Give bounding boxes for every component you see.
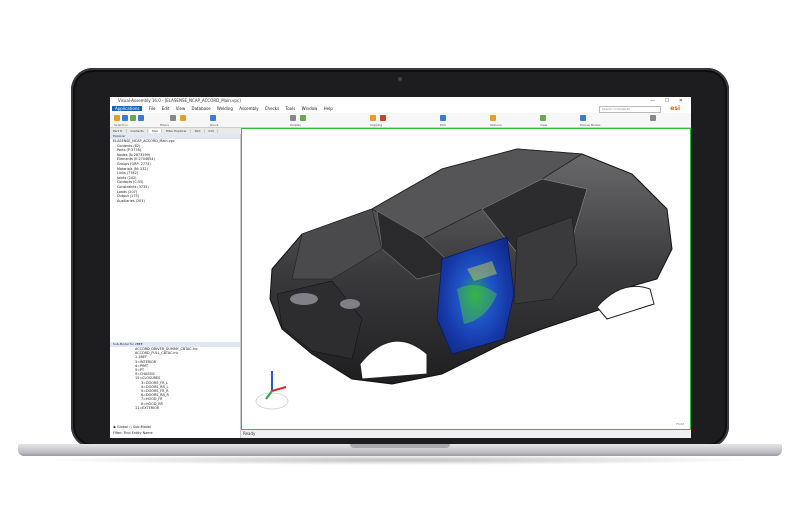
tab-contacts[interactable]: Contacts — [127, 129, 148, 133]
menu-file[interactable]: File — [149, 106, 156, 111]
radio-submodel-label: Sub-Model — [133, 425, 151, 429]
app-window: Visual-Assembly 16.0 - [ELASENSE_NCAP_AC… — [110, 97, 691, 438]
camera-icon — [398, 77, 402, 81]
render-icon[interactable] — [440, 115, 446, 121]
search-input[interactable]: Search commands — [599, 106, 661, 113]
title-bar: Visual-Assembly 16.0 - [ELASENSE_NCAP_AC… — [110, 97, 691, 105]
entity-name-field[interactable]: Entity Name — [132, 431, 153, 435]
labels-icon[interactable] — [300, 115, 306, 121]
menu-edit[interactable]: Edit — [162, 106, 170, 111]
display-icon[interactable] — [138, 115, 144, 121]
headlight-right — [340, 299, 360, 309]
ribbon-label-options: Options — [490, 123, 502, 127]
delete-icon[interactable] — [380, 115, 386, 121]
tab-part-tree[interactable]: Part Tr — [110, 129, 127, 133]
edit-icon[interactable] — [370, 115, 376, 121]
3d-viewport[interactable]: Front — [241, 128, 691, 430]
explorer-tree: ELASENSE_NCAP_ACCORD_Main.vpc Contents (… — [110, 139, 240, 203]
ribbon-label-clipping: Clipping — [370, 123, 383, 127]
ribbon-label-quick: Quick — [210, 123, 219, 127]
window-controls[interactable]: — ☐ ✕ — [650, 97, 687, 105]
ribbon-label-display: Display — [290, 123, 302, 127]
clip-icon[interactable] — [170, 115, 176, 121]
esi-logo: esi — [670, 105, 680, 112]
menu-help[interactable]: Help — [324, 106, 333, 111]
submodel-tree: ACCORD_DRIVER_DUMMY_CBTAC.inc ACCORD_FUL… — [110, 347, 240, 410]
ribbon-label-selection: Selection — [114, 123, 128, 127]
measure-icon[interactable] — [490, 115, 496, 121]
view-icon[interactable] — [290, 115, 296, 121]
headlight-left — [290, 293, 318, 305]
option-controls: ◉ Global ○ Sub-Model Filter: Find Entity… — [110, 424, 243, 436]
menu-view[interactable]: View — [176, 106, 186, 111]
car-model[interactable] — [242, 129, 690, 429]
menu-assembly[interactable]: Assembly — [239, 106, 258, 111]
filter-icon[interactable] — [122, 115, 128, 121]
menu-bar: Applications File Edit View Database Wel… — [110, 105, 691, 113]
ribbon-toolbar: Selection Filters Quick Display Clipping… — [110, 113, 691, 128]
mouse-mode-icon[interactable] — [580, 115, 586, 121]
viewport-label: Front — [676, 422, 684, 426]
ribbon-label-pick: Pick — [440, 123, 446, 127]
submodel-panel: Sub-Model for 2BEE ACCORD_DRIVER_DUMMY_C… — [110, 342, 240, 410]
tab-info[interactable]: Info — [205, 129, 219, 133]
menu-tools[interactable]: Tools — [285, 106, 295, 111]
menu-applications[interactable]: Applications — [112, 106, 143, 111]
find-field[interactable]: Find — [124, 431, 131, 435]
tab-filter-explorer[interactable]: Filter Explorer — [162, 129, 191, 133]
menu-window[interactable]: Window — [302, 106, 318, 111]
options-icon[interactable] — [210, 115, 216, 121]
tree-item[interactable]: Auxiliaries (203) — [113, 199, 240, 204]
radio-global[interactable]: ◉ Global — [113, 425, 128, 429]
menu-checks[interactable]: Checks — [265, 106, 279, 111]
menu-database[interactable]: Database — [192, 106, 211, 111]
tab-part[interactable]: Part — [191, 129, 205, 133]
explorer-panel: Explorer ELASENSE_NCAP_ACCORD_Main.vpc C… — [110, 134, 241, 438]
menu-welding[interactable]: Welding — [217, 106, 233, 111]
laptop-shadow — [40, 455, 760, 465]
edges-icon[interactable] — [540, 115, 546, 121]
tab-stat[interactable]: Stat — [148, 129, 162, 133]
radio-submodel[interactable]: ○ Sub-Model — [129, 425, 151, 429]
select-icon[interactable] — [114, 115, 120, 121]
axis-triad — [255, 371, 289, 410]
window-title: Visual-Assembly 16.0 - [ELASENSE_NCAP_AC… — [118, 98, 241, 103]
ribbon-label-view: View — [540, 123, 548, 127]
status-bar: Ready — [241, 430, 691, 438]
ribbon-label-filters: Filters — [160, 123, 169, 127]
filter-label: Filter: — [113, 431, 123, 435]
ribbon-label-mouse: Mouse Modes — [580, 123, 601, 127]
laptop-notch — [350, 444, 450, 448]
settings-icon[interactable] — [650, 115, 656, 121]
quick-icon[interactable] — [130, 115, 136, 121]
pick-icon[interactable] — [180, 115, 186, 121]
radio-global-label: Global — [117, 425, 128, 429]
submodel-item[interactable]: 11=EXTERIOR — [113, 406, 240, 410]
status-text: Ready — [243, 431, 256, 436]
